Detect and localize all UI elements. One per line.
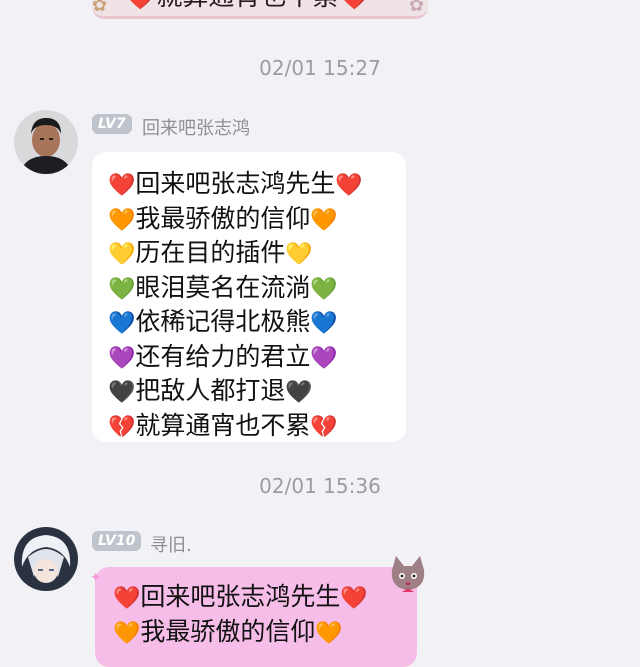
red-heart-icon: ❤️: [335, 173, 363, 198]
sender-name[interactable]: 寻旧.: [150, 531, 192, 557]
previous-message-bubble[interactable]: ❤️就算通宵也不累❤️ ✿ ✿: [92, 0, 428, 19]
user-avatar-icon: [14, 110, 78, 174]
yellow-heart-icon: 💛: [285, 242, 313, 267]
sender-name[interactable]: 回来吧张志鸿: [142, 114, 250, 140]
level-badge: LV10: [92, 531, 142, 551]
message-line: 💙依稀记得北极熊💙: [108, 307, 338, 336]
anime-avatar-icon: [14, 527, 78, 591]
sticker-decoration-icon: ✿: [408, 0, 424, 16]
orange-heart-icon: 🧡: [108, 207, 136, 233]
message-line: ❤️回来吧张志鸿先生❤️: [113, 582, 368, 611]
green-heart-icon: 💚: [310, 276, 338, 302]
message-line: ❤️回来吧张志鸿先生❤️: [108, 169, 363, 198]
purple-heart-icon: 💜: [310, 345, 338, 371]
red-heart-icon: ❤️: [108, 173, 136, 198]
sparkle-icon: ✦: [90, 570, 102, 586]
message-line: 🧡我最骄傲的信仰🧡: [113, 616, 343, 646]
previous-message-text: ❤️就算通宵也不累❤️: [124, 0, 371, 13]
message-line: 🧡我最骄傲的信仰🧡: [108, 203, 338, 233]
avatar[interactable]: [14, 110, 78, 174]
red-heart-icon: ❤️: [113, 586, 141, 611]
sticker-decoration-icon: ✿: [92, 0, 108, 16]
message-line: 💜还有给力的君立💜: [108, 341, 338, 371]
blue-heart-icon: 💙: [310, 311, 338, 336]
cat-sticker-icon: [391, 556, 425, 592]
message-bubble[interactable]: ❤️回来吧张志鸿先生❤️ 🧡我最骄傲的信仰🧡 💛历在目的插件💛 💚眼泪莫名在流淌…: [92, 152, 406, 442]
orange-heart-icon: 🧡: [315, 620, 343, 646]
message-timestamp: 02/01 15:27: [259, 56, 381, 80]
level-badge: LV7: [92, 114, 132, 134]
broken-heart-icon: 💔: [108, 414, 136, 440]
purple-heart-icon: 💜: [108, 345, 136, 371]
black-heart-icon: 🖤: [285, 380, 313, 405]
orange-heart-icon: 🧡: [310, 207, 338, 233]
message-line: 🖤把敌人都打退🖤: [108, 376, 313, 405]
message-line: 💔就算通宵也不累💔: [108, 410, 338, 440]
blue-heart-icon: 💙: [108, 311, 136, 336]
message-line: 💚眼泪莫名在流淌💚: [108, 272, 338, 302]
message-line: 💛历在目的插件💛: [108, 238, 313, 267]
yellow-heart-icon: 💛: [108, 242, 136, 267]
avatar[interactable]: [14, 527, 78, 591]
broken-heart-icon: 💔: [310, 414, 338, 440]
message-timestamp: 02/01 15:36: [259, 474, 381, 498]
black-heart-icon: 🖤: [108, 380, 136, 405]
orange-heart-icon: 🧡: [113, 620, 141, 646]
red-heart-icon: ❤️: [340, 586, 368, 611]
green-heart-icon: 💚: [108, 276, 136, 302]
message-bubble[interactable]: ❤️回来吧张志鸿先生❤️ 🧡我最骄傲的信仰🧡: [95, 567, 417, 667]
